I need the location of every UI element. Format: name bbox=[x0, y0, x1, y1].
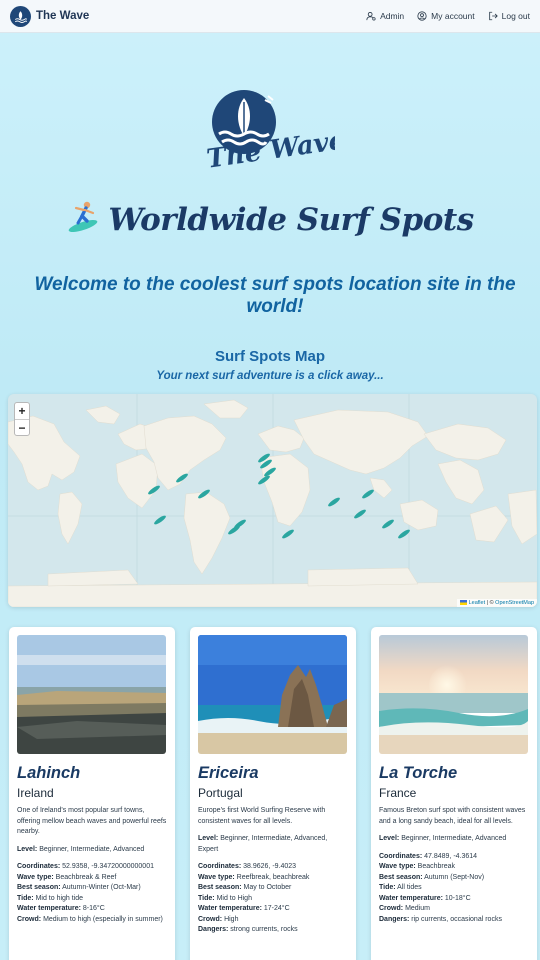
spot-level: Level: Beginner, Intermediate, Advanced,… bbox=[198, 835, 328, 853]
spot-best-season: Best season: May to October bbox=[198, 884, 292, 891]
spot-water-temperature: Water temperature: 17-24°C bbox=[198, 905, 290, 912]
spot-wave-type: Wave type: Beachbreak & Reef bbox=[17, 873, 117, 881]
spot-water-temperature: Water temperature: 10-18°C bbox=[379, 894, 471, 902]
spot-description: One of Ireland's most popular surf towns… bbox=[17, 807, 167, 835]
page-title-text: Worldwide Surf Spots bbox=[108, 202, 474, 238]
surf-spot-marker[interactable] bbox=[353, 508, 367, 520]
spot-name: La Torche bbox=[379, 764, 458, 782]
spot-tide: Tide: All tides bbox=[379, 884, 422, 891]
zoom-in-button[interactable]: + bbox=[15, 403, 29, 419]
spot-water-temperature: Water temperature: 8-16°C bbox=[17, 905, 105, 912]
nav-my-account-label: My account bbox=[431, 11, 475, 21]
spot-tide: Tide: Mid to high tide bbox=[17, 894, 84, 902]
spot-country: Portugal bbox=[198, 786, 243, 800]
top-nav: The Wave Admin My account Log out bbox=[0, 0, 540, 33]
attribution-separator: | © bbox=[485, 600, 496, 606]
page-title: Worldwide Surf Spots bbox=[0, 198, 540, 242]
map-subtitle: Your next surf adventure is a click away… bbox=[156, 370, 384, 382]
spot-best-season: Best season: Autumn-Winter (Oct-Mar) bbox=[17, 884, 141, 891]
spot-level: Level: Beginner, Intermediate, Advanced bbox=[379, 835, 507, 842]
spot-crowd: Crowd: Medium bbox=[379, 905, 430, 912]
map-title: Surf Spots Map bbox=[214, 348, 325, 365]
surf-spot-card[interactable]: La Torche France Famous Breton surf spot… bbox=[371, 627, 537, 960]
welcome-heading: Welcome to the coolest surf spots locati… bbox=[34, 274, 516, 317]
surf-spot-cards: Lahinch Ireland One of Ireland's most po… bbox=[9, 627, 539, 960]
nav-admin[interactable]: Admin bbox=[366, 11, 404, 21]
spot-description: Europe's first World Surfing Reserve wit… bbox=[198, 807, 326, 825]
nav-my-account[interactable]: My account bbox=[417, 11, 475, 21]
logout-icon bbox=[488, 11, 498, 21]
surf-spot-marker[interactable] bbox=[381, 518, 395, 530]
spot-name: Lahinch bbox=[17, 764, 81, 782]
surf-spot-card[interactable]: Lahinch Ireland One of Ireland's most po… bbox=[9, 627, 175, 960]
spot-coordinates: Coordinates: 38.9626, -9.4023 bbox=[198, 863, 297, 870]
spot-dangers: Dangers: strong currents, rocks bbox=[198, 926, 298, 933]
spot-photo bbox=[198, 635, 347, 754]
surf-spot-marker[interactable] bbox=[281, 528, 295, 540]
osm-link[interactable]: OpenStreetMap bbox=[495, 600, 534, 606]
spot-wave-type: Wave type: Beachbreak bbox=[379, 863, 456, 870]
spot-tide: Tide: Mid to High bbox=[198, 894, 252, 902]
zoom-out-button[interactable]: − bbox=[15, 419, 29, 435]
spot-coordinates: Coordinates: 52.9358, -9.34720000000001 bbox=[17, 863, 154, 870]
the-wave-logo: The Wave bbox=[205, 86, 347, 186]
account-icon bbox=[417, 11, 427, 21]
surf-spot-card[interactable]: Ericeira Portugal Europe's first World S… bbox=[190, 627, 356, 960]
brand[interactable]: The Wave bbox=[10, 5, 90, 27]
spot-wave-type: Wave type: Reefbreak, beachbreak bbox=[198, 873, 310, 881]
zoom-control: + − bbox=[14, 402, 30, 436]
spot-crowd: Crowd: Medium to high (especially in sum… bbox=[17, 915, 163, 923]
spot-country: France bbox=[379, 786, 417, 800]
ukraine-flag-icon bbox=[460, 600, 468, 606]
surf-spot-marker[interactable] bbox=[233, 518, 247, 530]
spot-photo bbox=[379, 635, 528, 754]
map-attribution: Leaflet | © OpenStreetMap bbox=[457, 599, 537, 607]
spot-name: Ericeira bbox=[198, 764, 259, 782]
spot-crowd: Crowd: High bbox=[198, 915, 239, 923]
wave-logo-icon bbox=[10, 5, 31, 27]
brand-name: The Wave bbox=[36, 10, 90, 22]
spot-photo bbox=[17, 635, 166, 754]
spot-best-season: Best season: Autumn (Sept-Nov) bbox=[379, 873, 485, 881]
spot-coordinates: Coordinates: 47.8489, -4.3614 bbox=[379, 852, 478, 860]
surf-spots-map[interactable]: + − Leaflet | © OpenStreetMap bbox=[8, 394, 537, 607]
nav-admin-label: Admin bbox=[380, 11, 405, 21]
world-map-tiles bbox=[8, 394, 537, 607]
surf-spot-marker[interactable] bbox=[327, 496, 341, 508]
spot-dangers: Dangers: rip currents, occasional rocks bbox=[379, 915, 502, 923]
surf-spot-marker[interactable] bbox=[361, 488, 375, 500]
spot-level: Level: Beginner, Intermediate, Advanced bbox=[17, 845, 145, 853]
spot-country: Ireland bbox=[17, 786, 54, 800]
surfer-icon bbox=[66, 198, 102, 242]
nav-logout-label: Log out bbox=[501, 11, 530, 21]
nav-logout[interactable]: Log out bbox=[488, 11, 530, 21]
admin-icon bbox=[366, 12, 376, 21]
leaflet-link[interactable]: Leaflet bbox=[469, 600, 486, 606]
spot-description: Famous Breton surf spot with consistent … bbox=[379, 807, 526, 825]
